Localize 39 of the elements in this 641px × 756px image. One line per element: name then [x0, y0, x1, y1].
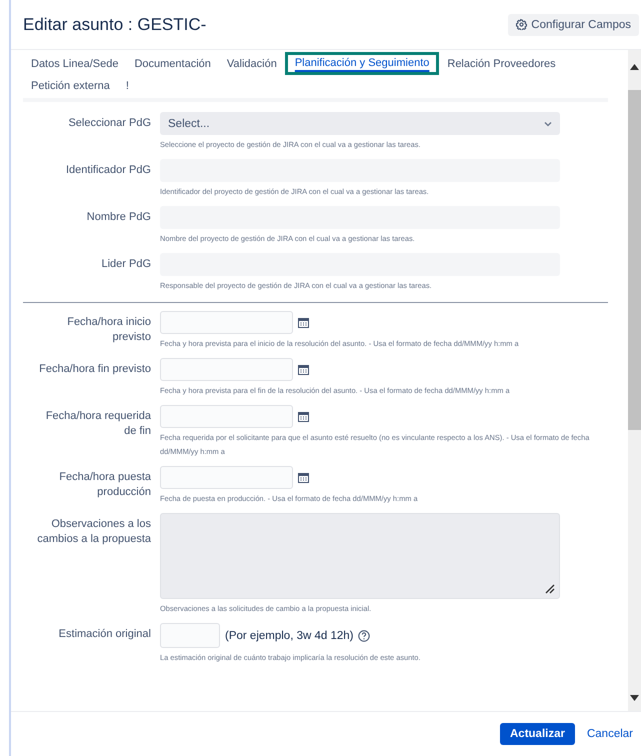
- tab[interactable]: Datos Linea/Sede: [23, 52, 126, 75]
- scroll-up-icon[interactable]: [630, 64, 639, 70]
- chevron-down-icon: [544, 120, 552, 126]
- date-field[interactable]: [160, 311, 293, 334]
- calendar-icon[interactable]: [298, 472, 309, 483]
- field-label: Identificador PdG: [65, 163, 151, 178]
- calendar-icon[interactable]: [298, 364, 309, 375]
- scrollbar[interactable]: [628, 50, 641, 711]
- date-field[interactable]: [160, 466, 293, 489]
- gear-icon: [516, 19, 528, 30]
- field-label: Fecha/hora inicio previsto: [66, 315, 151, 345]
- field-label: Nombre PdG: [86, 210, 151, 225]
- tab[interactable]: Validación: [218, 52, 285, 75]
- scroll-down-icon[interactable]: [630, 695, 639, 701]
- configure-fields-button[interactable]: Configurar Campos: [508, 14, 639, 36]
- example-text: (Por ejemplo, 3w 4d 12h): [225, 630, 354, 642]
- help-icon[interactable]: [358, 630, 370, 642]
- field-label: Fecha/hora requerida de fin: [44, 409, 151, 439]
- tab[interactable]: Relación Proveedores: [439, 52, 564, 75]
- resize-handle-icon[interactable]: [545, 584, 555, 594]
- cancel-link[interactable]: Cancelar: [582, 724, 637, 744]
- calendar-icon[interactable]: [298, 317, 309, 328]
- date-field[interactable]: [160, 405, 293, 428]
- duration-field[interactable]: [160, 623, 220, 648]
- tab[interactable]: !: [118, 75, 137, 96]
- field-label: Observaciones a los cambios a la propuesta: [36, 517, 151, 547]
- field-label: Fecha/hora fin previsto: [38, 362, 151, 377]
- field-label: Fecha/hora puesta producción: [58, 470, 151, 500]
- select-dropdown[interactable]: Select...: [160, 112, 560, 135]
- tab[interactable]: Planificación y Seguimiento: [284, 52, 440, 75]
- field-label: Seleccionar PdG: [67, 116, 151, 131]
- date-field[interactable]: [160, 358, 293, 381]
- calendar-icon[interactable]: [298, 411, 309, 422]
- field-label: Estimación original: [58, 627, 151, 642]
- tab[interactable]: Petición externa: [23, 75, 118, 96]
- update-button[interactable]: Actualizar: [500, 723, 575, 745]
- dialog-title: Editar asunto : GESTIC-: [23, 14, 206, 34]
- tab[interactable]: Documentación: [126, 52, 219, 75]
- field-label: Lider PdG: [100, 257, 151, 272]
